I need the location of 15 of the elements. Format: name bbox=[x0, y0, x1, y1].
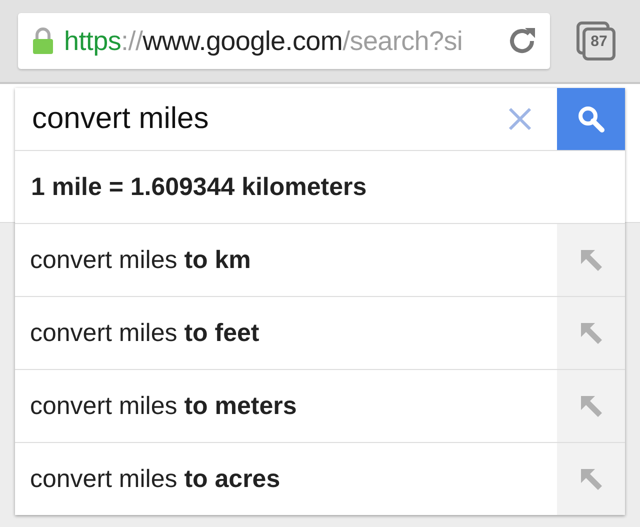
clear-icon[interactable] bbox=[507, 106, 533, 132]
refine-button[interactable] bbox=[557, 443, 625, 515]
search-field[interactable]: convert miles bbox=[15, 88, 557, 150]
suggestion-item[interactable]: convert miles to km bbox=[15, 224, 557, 296]
suggestion-item[interactable]: convert miles to feet bbox=[15, 297, 557, 369]
answer-text: 1 mile = 1.609344 kilometers bbox=[15, 151, 625, 224]
search-icon bbox=[576, 104, 606, 134]
url-text: https://www.google.com/search?si bbox=[64, 26, 464, 56]
refine-button[interactable] bbox=[557, 370, 625, 442]
refine-button[interactable] bbox=[557, 297, 625, 369]
address-bar[interactable]: https://www.google.com/search?si bbox=[18, 13, 550, 69]
refine-button[interactable] bbox=[557, 224, 625, 296]
suggestion-item[interactable]: convert miles to meters bbox=[15, 370, 557, 442]
search-button[interactable] bbox=[557, 88, 625, 150]
suggestion-item[interactable]: convert miles to acres bbox=[15, 443, 557, 515]
